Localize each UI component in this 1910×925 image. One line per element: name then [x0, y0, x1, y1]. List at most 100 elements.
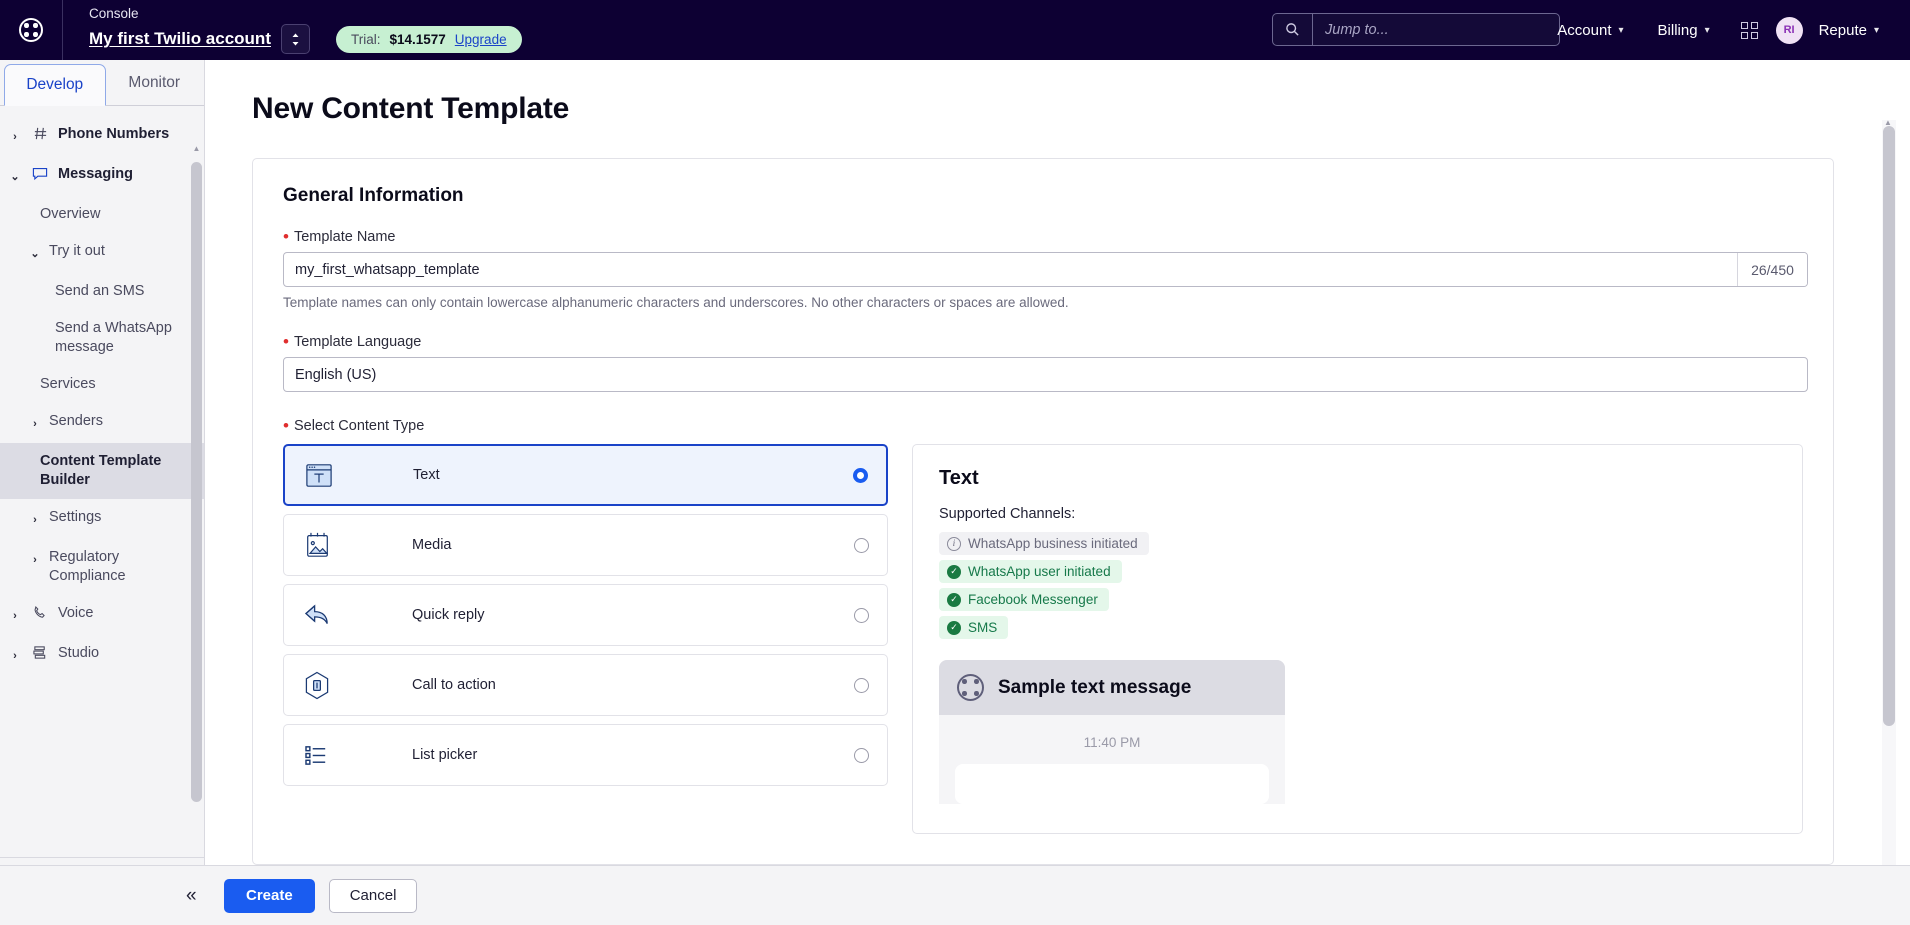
hash-icon [29, 125, 51, 141]
sidebar-item-phone-numbers[interactable]: › Phone Numbers [0, 116, 204, 156]
reply-arrow-icon [304, 602, 356, 628]
left-sidebar: Develop Monitor › Phone Numbers ⌄ Messag… [0, 60, 205, 925]
supported-channels-list: i WhatsApp business initiated ✓ WhatsApp… [939, 532, 1776, 644]
info-circle-icon: i [947, 536, 961, 551]
studio-flow-icon [29, 644, 51, 660]
template-name-field[interactable]: 26/450 [283, 252, 1808, 287]
sidebar-item-messaging[interactable]: ⌄ Messaging [0, 156, 204, 196]
content-type-section: Text Media Quick reply Call to action Li… [283, 444, 1803, 834]
sidebar-item-studio[interactable]: › Studio [0, 635, 204, 675]
required-marker: • [283, 416, 289, 435]
content-type-label: • Select Content Type [283, 416, 1803, 435]
channel-label: WhatsApp business initiated [968, 536, 1138, 551]
sidebar-scrollbar[interactable]: ▲ [191, 144, 202, 814]
content-type-radio-call-to-action[interactable] [854, 677, 869, 693]
message-preview-title: Sample text message [998, 676, 1192, 698]
account-switcher-button[interactable] [280, 24, 310, 54]
sidebar-item-label: Try it out [49, 243, 105, 259]
text-window-icon [305, 462, 357, 489]
channel-label: WhatsApp user initiated [968, 564, 1111, 579]
content-type-option-text[interactable]: Text [283, 444, 888, 506]
content-type-label-text: Select Content Type [293, 418, 425, 434]
sidebar-item-regulatory-compliance[interactable]: › Regulatory Compliance [0, 539, 204, 595]
content-type-radio-media[interactable] [854, 537, 869, 553]
content-type-option-list-picker[interactable]: List picker [283, 724, 888, 786]
trial-balance-badge: Trial: $14.1577 Upgrade [335, 25, 522, 53]
content-type-option-media[interactable]: Media [283, 514, 888, 576]
create-button[interactable]: Create [224, 878, 315, 913]
chat-bubble-icon [29, 165, 51, 181]
billing-menu-button[interactable]: Billing ▾ [1641, 22, 1727, 39]
template-name-label-text: Template Name [293, 229, 396, 245]
phone-icon [29, 604, 51, 620]
sidebar-item-label: Regulatory Compliance [49, 549, 126, 584]
message-preview: Sample text message 11:40 PM [939, 660, 1285, 804]
list-icon [304, 743, 356, 767]
trial-amount: $14.1577 [389, 31, 446, 47]
account-name-link[interactable]: My first Twilio account [89, 29, 271, 49]
channel-chip-whatsapp-business-initiated: i WhatsApp business initiated [939, 532, 1149, 555]
user-menu-button[interactable]: RI Repute ▾ [1772, 16, 1896, 44]
scroll-up-arrow-icon[interactable]: ▲ [191, 144, 202, 153]
account-block: Console My first Twilio account Trial: $… [63, 0, 522, 60]
chevron-down-icon: ⌄ [30, 248, 40, 260]
content-type-options: Text Media Quick reply Call to action Li… [283, 444, 888, 834]
content-type-radio-quick-reply[interactable] [854, 607, 869, 623]
sidebar-item-send-a-whatsapp-message[interactable]: Send a WhatsApp message [0, 310, 204, 366]
content-type-option-quick-reply[interactable]: Quick reply [283, 584, 888, 646]
topbar-right-menu: Account ▾ Billing ▾ RI Repute ▾ [1540, 0, 1896, 60]
template-language-select[interactable]: English (US) [283, 357, 1808, 392]
sidebar-item-services[interactable]: Services [0, 366, 204, 403]
sidebar-item-try-it-out[interactable]: ⌄ Try it out [0, 233, 204, 273]
main-scrollbar-thumb[interactable] [1883, 126, 1895, 726]
sidebar-nav: › Phone Numbers ⌄ Messaging Overview ⌄ T… [0, 106, 204, 857]
sidebar-item-label: Services [40, 376, 96, 392]
page-title: New Content Template [252, 92, 570, 125]
check-circle-icon: ✓ [947, 592, 961, 607]
tab-monitor[interactable]: Monitor [105, 60, 205, 105]
main-scrollbar[interactable]: ▲ [1882, 118, 1896, 865]
tab-develop-label: Develop [26, 76, 84, 93]
tab-monitor-label: Monitor [128, 73, 181, 91]
app-grid-icon[interactable] [1727, 21, 1772, 39]
content-type-radio-text[interactable] [853, 467, 868, 483]
content-type-label-item: List picker [412, 747, 478, 763]
channel-label: SMS [968, 620, 998, 635]
sidebar-item-label: Send an SMS [55, 283, 145, 299]
content-type-radio-list-picker[interactable] [854, 747, 869, 763]
channel-label: Facebook Messenger [968, 592, 1098, 607]
cancel-button[interactable]: Cancel [328, 878, 418, 913]
console-label: Console [89, 6, 139, 21]
sidebar-item-label: Settings [49, 509, 102, 525]
twilio-logo-icon[interactable] [0, 0, 62, 60]
sidebar-item-voice[interactable]: › Voice [0, 595, 204, 635]
check-circle-icon: ✓ [947, 564, 961, 579]
tab-develop[interactable]: Develop [4, 64, 106, 106]
template-name-input[interactable] [284, 253, 1737, 286]
sidebar-item-content-template-builder[interactable]: Content Template Builder [0, 443, 204, 499]
sidebar-item-label: Overview [40, 206, 101, 222]
sidebar-item-label: Voice [58, 605, 94, 621]
required-marker: • [283, 227, 289, 246]
chevron-right-icon: › [13, 650, 17, 662]
search-input[interactable] [1313, 14, 1559, 45]
sidebar-item-overview[interactable]: Overview [0, 196, 204, 233]
content-type-option-call-to-action[interactable]: Call to action [283, 654, 888, 716]
main-content: New Content Template General Information… [206, 60, 1896, 865]
message-timestamp: 11:40 PM [1083, 735, 1141, 750]
account-menu-button[interactable]: Account ▾ [1540, 22, 1640, 39]
sidebar-scrollbar-thumb[interactable] [191, 162, 202, 802]
upgrade-link[interactable]: Upgrade [455, 32, 507, 47]
trial-label: Trial: [350, 31, 381, 47]
twilio-logo-icon [957, 674, 984, 701]
global-search[interactable] [1272, 13, 1560, 46]
sidebar-item-senders[interactable]: › Senders [0, 403, 204, 443]
message-bubble [955, 764, 1269, 804]
sidebar-item-send-an-sms[interactable]: Send an SMS [0, 273, 204, 310]
sidebar-item-label: Studio [58, 645, 100, 661]
collapse-sidebar-icon[interactable]: « [186, 885, 197, 907]
hexagon-button-icon [304, 671, 356, 700]
preview-title: Text [939, 467, 979, 489]
template-name-help-text: Template names can only contain lowercas… [283, 295, 1069, 310]
sidebar-item-settings[interactable]: › Settings [0, 499, 204, 539]
